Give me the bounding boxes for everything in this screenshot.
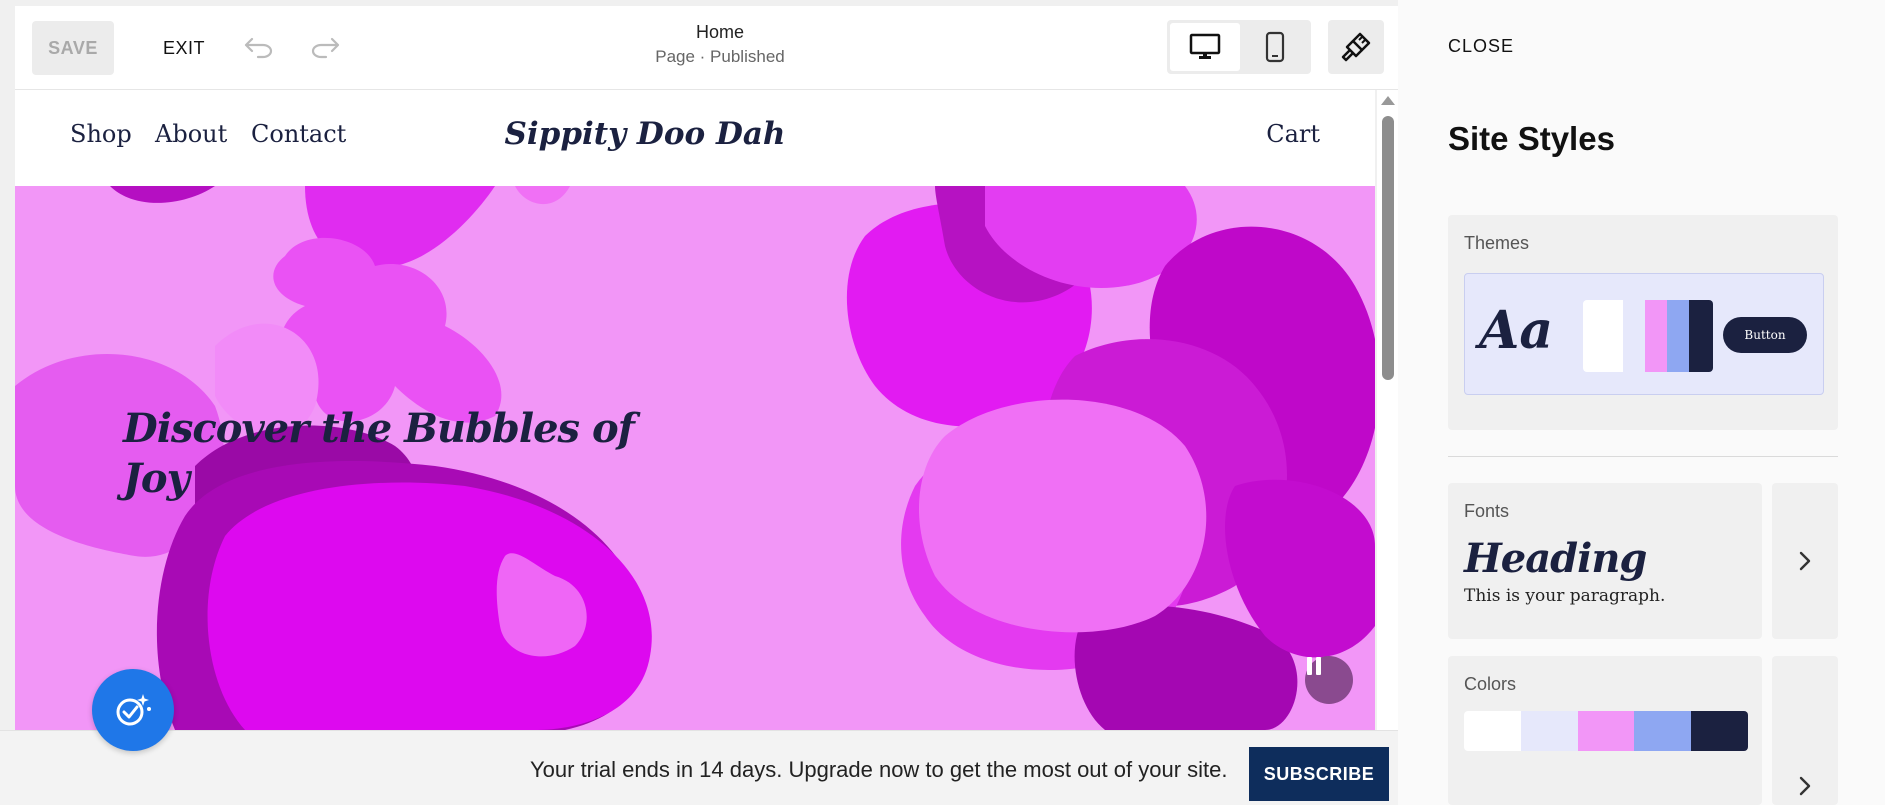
close-button[interactable]: CLOSE [1448,36,1514,57]
save-button[interactable]: SAVE [32,21,114,75]
divider [1448,456,1838,457]
trial-banner: Your trial ends in 14 days. Upgrade now … [0,730,1398,805]
desktop-icon[interactable] [1170,23,1240,71]
themes-label: Themes [1464,233,1530,253]
theme-swatch [1689,300,1713,372]
exit-button[interactable]: EXIT [143,21,225,75]
hero-section[interactable]: Discover the Bubbles of Joy [15,186,1375,730]
theme-preview[interactable]: Aa Button [1464,273,1824,395]
chevron-right-icon[interactable] [1772,656,1838,805]
theme-font-sample: Aa [1479,300,1554,361]
device-toggle [1167,20,1311,74]
site-styles-panel: CLOSE Site Styles Themes Aa Button Fonts… [1398,0,1885,805]
color-swatch [1691,711,1748,751]
nav-link-shop[interactable]: Shop [70,120,132,148]
site-header: Shop About Contact Sippity Doo Dah Cart [15,90,1375,186]
fonts-card[interactable]: Fonts Heading This is your paragraph. [1448,483,1762,639]
sparkle-check-icon[interactable] [92,669,174,751]
trial-message: Your trial ends in 14 days. Upgrade now … [530,757,1228,782]
paintbrush-icon[interactable] [1328,20,1384,74]
color-swatch [1634,711,1692,751]
theme-swatch [1645,300,1667,372]
editor-toolbar: SAVE EXIT Home Page · Published [15,6,1398,90]
theme-swatches [1583,300,1713,372]
colors-card[interactable]: Colors [1448,656,1762,805]
subscribe-button[interactable]: SUBSCRIBE [1249,747,1389,801]
nav-link-contact[interactable]: Contact [251,120,346,148]
theme-button-sample: Button [1723,317,1807,353]
theme-swatch [1623,300,1645,372]
page-title: Home [695,22,744,42]
mobile-icon[interactable] [1241,23,1309,71]
scroll-thumb[interactable] [1382,116,1394,380]
colors-label: Colors [1464,674,1517,694]
hero-heading[interactable]: Discover the Bubbles of Joy [123,404,643,504]
page-status: Page · Published [655,47,785,66]
color-swatch [1464,711,1521,751]
pause-icon[interactable] [1305,656,1353,704]
redo-icon[interactable] [305,28,345,68]
panel-title: Site Styles [1448,120,1615,157]
page-info[interactable]: Home Page · Published [575,22,865,67]
fonts-label: Fonts [1464,501,1510,521]
fonts-paragraph-sample: This is your paragraph. [1464,586,1666,606]
color-swatch [1520,711,1578,751]
chevron-right-icon[interactable] [1772,483,1838,639]
preview-scrollbar[interactable] [1377,90,1398,730]
nav-link-cart[interactable]: Cart [1266,120,1320,148]
theme-swatch [1667,300,1689,372]
color-swatch [1577,711,1635,751]
undo-icon[interactable] [239,28,279,68]
color-palette [1464,711,1748,751]
themes-card[interactable]: Themes Aa Button [1448,215,1838,430]
theme-swatch [1583,300,1623,372]
fonts-heading-sample: Heading [1464,535,1647,582]
editor-frame: SAVE EXIT Home Page · Published Shop Abo… [0,0,1398,730]
nav-link-about[interactable]: About [155,120,227,148]
site-logo[interactable]: Sippity Doo Dah [485,116,805,152]
site-preview[interactable]: Shop About Contact Sippity Doo Dah Cart [15,90,1375,730]
scroll-up-arrow-icon[interactable] [1381,96,1395,105]
